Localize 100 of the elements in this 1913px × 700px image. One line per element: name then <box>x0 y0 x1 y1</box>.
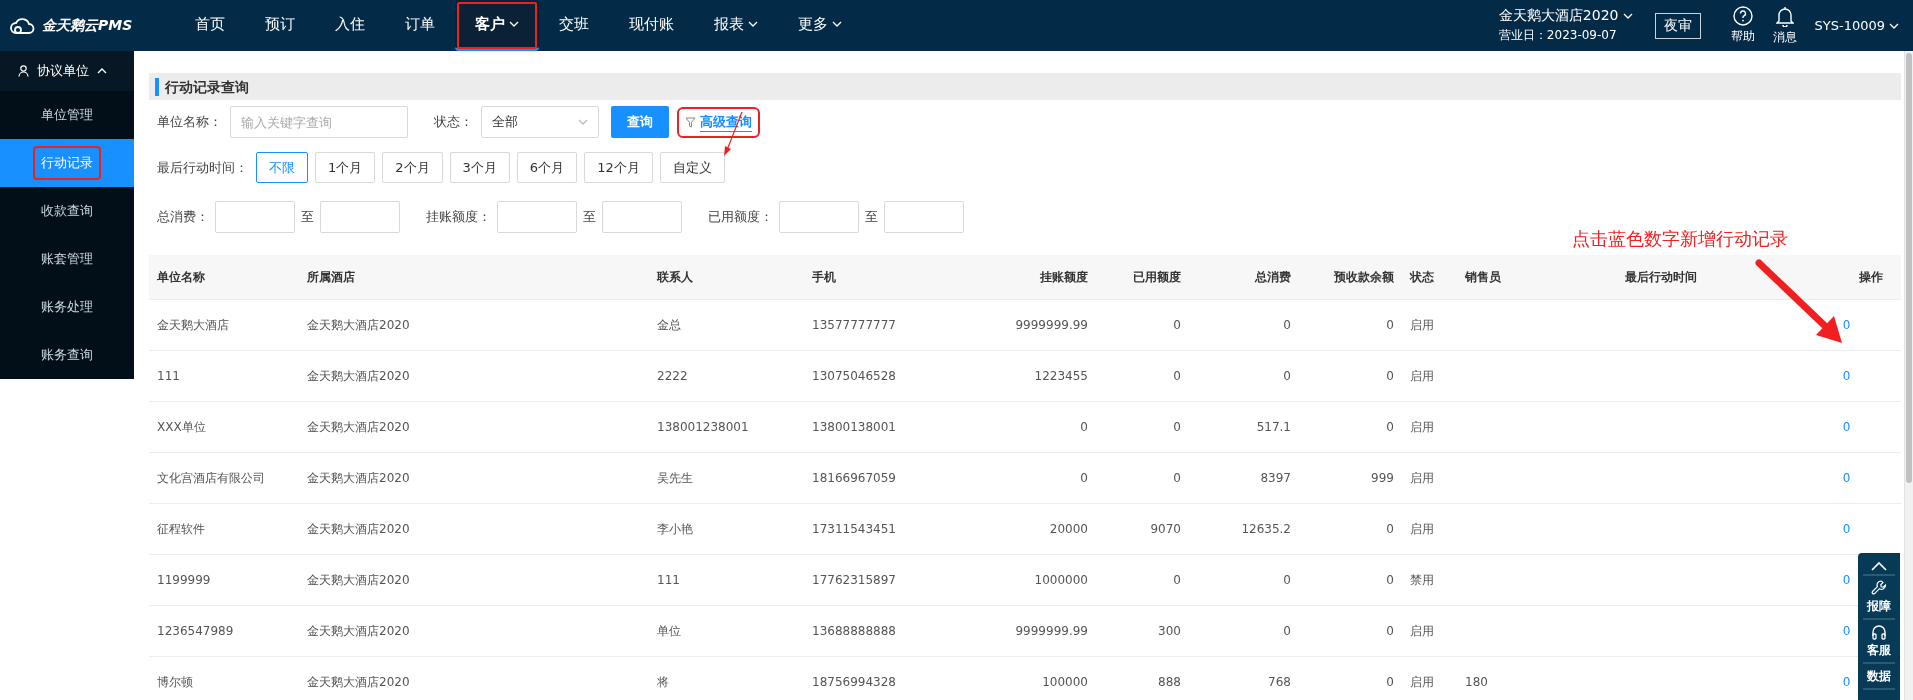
messages-label[interactable]: 消息 <box>1772 28 1797 46</box>
annotation-text: 点击蓝色数字新增行动记录 <box>1572 227 1788 251</box>
unit-name-cell: 文化宫酒店有限公司 <box>157 470 265 485</box>
phone-cell: 17311543451 <box>812 522 896 536</box>
nav-tab[interactable]: 订单 <box>385 0 455 51</box>
total-spend-cell: 0 <box>1283 369 1291 383</box>
contact-cell: 吴先生 <box>657 470 693 485</box>
contact-cell: 111 <box>657 573 680 587</box>
chevron-down-icon <box>1889 22 1899 29</box>
nav-tab[interactable]: 入住 <box>315 0 385 51</box>
floating-tool-item[interactable]: 客服 <box>1863 620 1895 664</box>
help-icon[interactable] <box>1732 6 1753 26</box>
user-menu[interactable]: SYS-10009 <box>1814 0 1899 51</box>
hotel-selector[interactable]: 金天鹅大酒店2020 <box>1498 7 1633 25</box>
column-header: 已用额度 <box>1133 269 1181 284</box>
unit-name-cell: 金天鹅大酒店 <box>157 317 229 332</box>
app-logo-text: 金天鹅云PMS <box>42 16 133 35</box>
bell-icon[interactable] <box>1775 5 1794 27</box>
salesperson-cell: 180 <box>1465 675 1488 689</box>
contact-cell: 李小艳 <box>657 521 693 536</box>
unit-name-cell: 1236547989 <box>157 624 234 638</box>
status-cell: 启用 <box>1410 470 1434 485</box>
nav-tab[interactable]: 报表 <box>694 0 778 51</box>
night-audit-button[interactable]: 夜审 <box>1654 12 1701 39</box>
unit-name-input[interactable]: 输入关键字查询 <box>230 106 408 138</box>
hotel-cell: 金天鹅大酒店2020 <box>307 623 410 638</box>
time-range-button[interactable]: 1个月 <box>315 152 376 183</box>
range-max-input[interactable] <box>884 201 964 233</box>
hotel-cell: 金天鹅大酒店2020 <box>307 368 410 383</box>
sidebar-item[interactable]: 单位管理 <box>0 91 134 139</box>
field-label: 单位名称： <box>157 113 222 131</box>
credit-limit-cell: 20000 <box>1049 522 1088 536</box>
hotel-cell: 金天鹅大酒店2020 <box>307 419 410 434</box>
column-header: 操作 <box>1859 269 1883 284</box>
nav-tab[interactable]: 预订 <box>245 0 315 51</box>
time-range-button[interactable]: 2个月 <box>382 152 443 183</box>
time-range-button[interactable]: 3个月 <box>449 152 510 183</box>
total-spend-cell: 517.1 <box>1256 420 1291 434</box>
contact-cell: 将 <box>657 674 669 689</box>
sidebar-item[interactable]: 账套管理 <box>0 235 134 283</box>
sidebar-item[interactable]: 账务查询 <box>0 331 134 379</box>
used-amount-cell: 888 <box>1158 675 1181 689</box>
used-amount-cell: 0 <box>1173 369 1181 383</box>
range-max-input[interactable] <box>602 201 682 233</box>
sidebar-item[interactable]: 账务处理 <box>0 283 134 331</box>
range-separator: 至 <box>301 208 314 226</box>
phone-cell: 17762315897 <box>812 573 896 587</box>
prepaid-balance-cell: 999 <box>1371 471 1394 485</box>
field-label: 状态： <box>434 113 473 131</box>
phone-cell: 13688888888 <box>812 624 896 638</box>
hotel-cell: 金天鹅大酒店2020 <box>307 317 410 332</box>
unit-name-cell: 博尔顿 <box>157 674 193 689</box>
field-label: 总消费： <box>157 208 209 226</box>
range-min-input[interactable] <box>497 201 577 233</box>
sidebar-group[interactable]: 协议单位 <box>0 51 134 91</box>
hotel-cell: 金天鹅大酒店2020 <box>307 521 410 536</box>
prepaid-balance-cell: 0 <box>1386 369 1394 383</box>
credit-limit-cell: 0 <box>1080 420 1088 434</box>
column-header: 挂账额度 <box>1040 269 1088 284</box>
range-max-input[interactable] <box>320 201 400 233</box>
prepaid-balance-cell: 0 <box>1386 318 1394 332</box>
caret-up-icon <box>97 68 107 74</box>
column-header: 联系人 <box>657 269 693 284</box>
unit-name-cell: 111 <box>157 369 180 383</box>
credit-limit-cell: 9999999.99 <box>1015 318 1088 332</box>
range-min-input[interactable] <box>779 201 859 233</box>
wrench-icon <box>1871 580 1887 596</box>
column-header: 总消费 <box>1255 269 1291 284</box>
nav-tab[interactable]: 首页 <box>175 0 245 51</box>
chevron-up-icon[interactable] <box>1871 561 1887 571</box>
field-label: 已用额度： <box>708 208 773 226</box>
unit-name-cell: 1199999 <box>157 573 211 587</box>
floating-tool-item[interactable]: 数据 <box>1863 664 1895 690</box>
contact-cell: 单位 <box>657 623 681 638</box>
nav-tab[interactable]: 更多 <box>778 0 862 51</box>
time-range-button[interactable]: 自定义 <box>659 152 725 183</box>
used-amount-cell: 0 <box>1173 471 1181 485</box>
status-select[interactable]: 全部 <box>481 106 599 138</box>
credit-limit-cell: 100000 <box>1042 675 1088 689</box>
status-cell: 启用 <box>1410 419 1434 434</box>
contact-cell: 2222 <box>657 369 688 383</box>
nav-tab[interactable]: 现付账 <box>609 0 694 51</box>
range-min-input[interactable] <box>215 201 295 233</box>
total-spend-cell: 0 <box>1283 318 1291 332</box>
sidebar-item[interactable]: 收款查询 <box>0 187 134 235</box>
status-cell: 禁用 <box>1410 572 1434 587</box>
nav-tab[interactable]: 交班 <box>539 0 609 51</box>
time-range-button[interactable]: 6个月 <box>516 152 578 183</box>
total-spend-cell: 0 <box>1283 624 1291 638</box>
headset-icon <box>1871 624 1887 640</box>
nav-tab[interactable]: 客户 <box>455 0 539 51</box>
time-range-button[interactable]: 12个月 <box>584 152 653 183</box>
phone-cell: 13577777777 <box>812 318 896 332</box>
help-label[interactable]: 帮助 <box>1730 28 1755 45</box>
credit-limit-cell: 0 <box>1080 471 1088 485</box>
contact-cell: 金总 <box>657 317 681 332</box>
status-cell: 启用 <box>1410 368 1434 383</box>
cloud-logo-icon <box>10 17 36 34</box>
scrollbar[interactable] <box>1904 51 1913 700</box>
floating-tool-item[interactable]: 报障 <box>1863 576 1895 620</box>
